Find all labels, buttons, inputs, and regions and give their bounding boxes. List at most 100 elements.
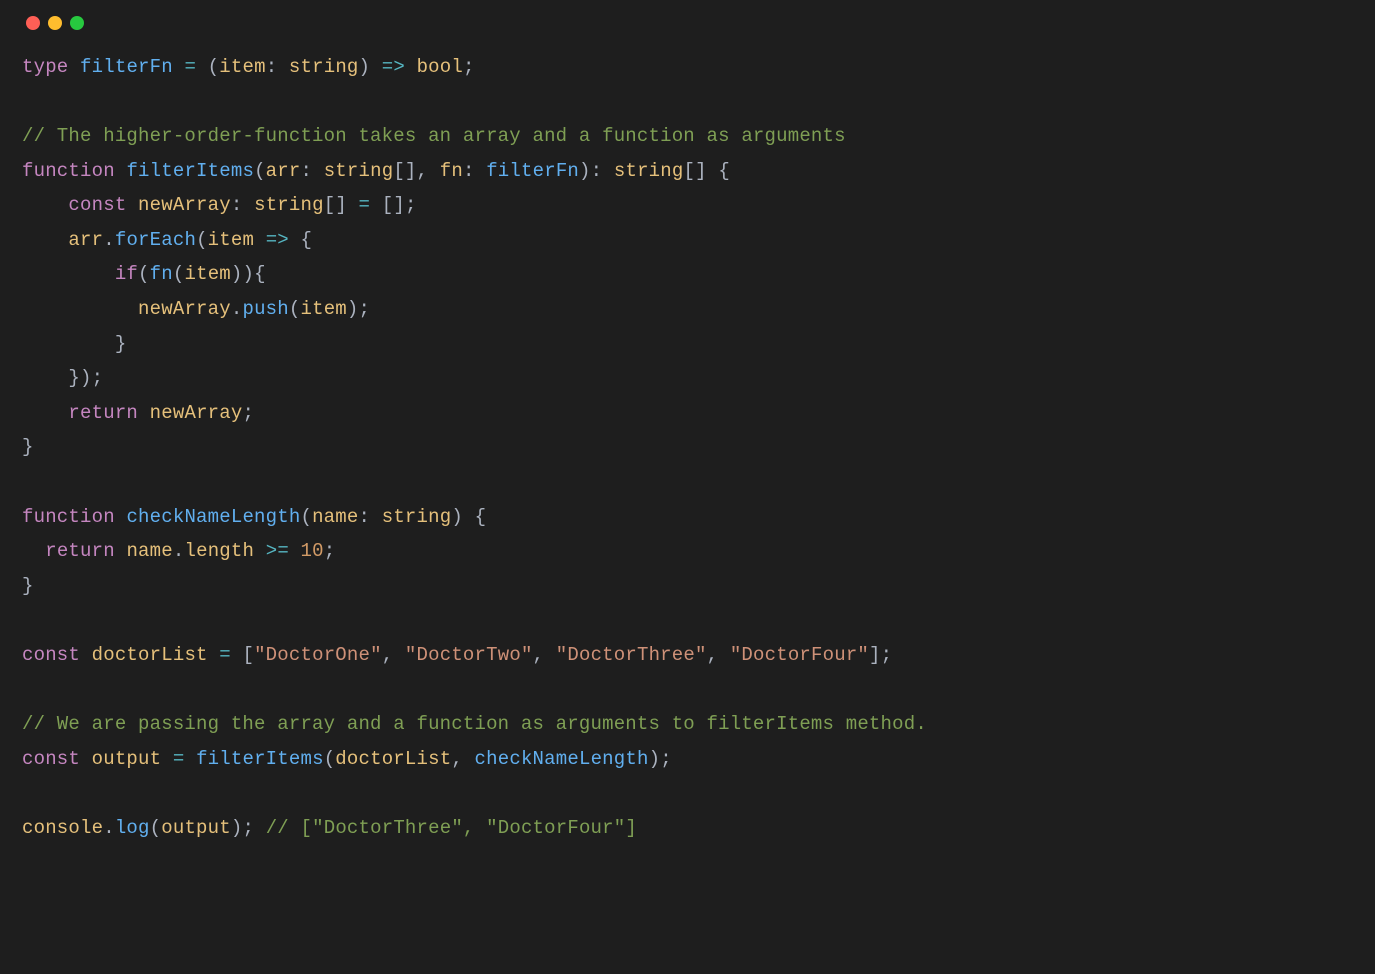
punct: [] [324, 194, 347, 216]
punct: ( [196, 229, 208, 251]
prop: length [184, 540, 254, 562]
number: 10 [301, 540, 324, 562]
param: item [208, 229, 254, 251]
punct: , [382, 644, 405, 666]
arg: doctorList [335, 748, 451, 770]
op-arrow: => [254, 229, 300, 251]
punct: ; [660, 748, 672, 770]
punct: ; [405, 194, 417, 216]
string: "DoctorThree" [556, 644, 707, 666]
punct: ) [451, 506, 463, 528]
code-line: type filterFn = (item: string) => bool; [22, 56, 475, 78]
punct: : [359, 506, 382, 528]
punct: ) [579, 160, 591, 182]
punct: } [115, 333, 127, 355]
punct: ) [347, 298, 359, 320]
punct: ) [80, 367, 92, 389]
punct: ( [254, 160, 266, 182]
arg: output [161, 817, 231, 839]
var: output [92, 748, 162, 770]
comment: // The higher-order-function takes an ar… [22, 125, 846, 147]
punct: . [103, 229, 115, 251]
type: string [254, 194, 324, 216]
function-name: filterItems [126, 160, 254, 182]
punct: { [718, 160, 730, 182]
var: newArray [138, 298, 231, 320]
punct: ( [324, 748, 336, 770]
punct: [] [393, 160, 416, 182]
method: push [242, 298, 288, 320]
var: doctorList [92, 644, 208, 666]
punct: ( [138, 263, 150, 285]
type: bool [417, 56, 463, 78]
punct: } [68, 367, 80, 389]
punct: : [266, 56, 289, 78]
punct: ; [242, 402, 254, 424]
string: "DoctorOne" [254, 644, 382, 666]
call: filterItems [196, 748, 324, 770]
punct: , [451, 748, 474, 770]
window-minimize-icon[interactable] [48, 16, 62, 30]
punct: { [301, 229, 313, 251]
arg: checkNameLength [475, 748, 649, 770]
punct: [] [382, 194, 405, 216]
param: name [312, 506, 358, 528]
punct: } [22, 575, 34, 597]
op-eq: = [173, 56, 208, 78]
window-zoom-icon[interactable] [70, 16, 84, 30]
punct: ) [649, 748, 661, 770]
punct: ) [231, 817, 243, 839]
punct: . [173, 540, 185, 562]
punct: [ [242, 644, 254, 666]
punct: ) [243, 263, 255, 285]
op-arrow: => [370, 56, 416, 78]
punct: ] [869, 644, 881, 666]
keyword-const: const [68, 194, 126, 216]
punct: ; [324, 540, 336, 562]
type: string [289, 56, 359, 78]
punct: ; [242, 817, 254, 839]
code-line: const output = filterItems(doctorList, c… [22, 748, 672, 770]
obj: console [22, 817, 103, 839]
code-block: type filterFn = (item: string) => bool; … [0, 40, 1375, 867]
string: "DoctorTwo" [405, 644, 533, 666]
code-line: newArray.push(item); [22, 298, 370, 320]
call: fn [150, 263, 173, 285]
method: forEach [115, 229, 196, 251]
keyword-if: if [115, 263, 138, 285]
op-gte: >= [254, 540, 300, 562]
keyword-function: function [22, 506, 115, 528]
punct: ; [92, 367, 104, 389]
punct: ; [359, 298, 371, 320]
code-line: const newArray: string[] = []; [22, 194, 417, 216]
punct: , [707, 644, 730, 666]
code-line: } [22, 333, 126, 355]
punct: ( [300, 506, 312, 528]
punct: ) [231, 263, 243, 285]
punct: ; [881, 644, 893, 666]
param: arr [266, 160, 301, 182]
code-line: } [22, 575, 34, 597]
type: string [324, 160, 394, 182]
punct: , [417, 160, 440, 182]
punct: { [475, 506, 487, 528]
code-window: type filterFn = (item: string) => bool; … [0, 0, 1375, 974]
var: newArray [138, 194, 231, 216]
code-line: arr.forEach(item => { [22, 229, 312, 251]
punct: ( [173, 263, 185, 285]
punct: [] [683, 160, 706, 182]
var: item [184, 263, 230, 285]
code-line: } [22, 436, 34, 458]
keyword-const: const [22, 644, 80, 666]
keyword-type: type [22, 56, 68, 78]
code-line: function checkNameLength(name: string) { [22, 506, 486, 528]
keyword-return: return [68, 402, 138, 424]
punct: { [254, 263, 266, 285]
var: name [126, 540, 172, 562]
code-line: return name.length >= 10; [22, 540, 335, 562]
punct: : [463, 160, 486, 182]
code-line: const doctorList = ["DoctorOne", "Doctor… [22, 644, 892, 666]
punct: ; [463, 56, 475, 78]
code-line: console.log(output); // ["DoctorThree", … [22, 817, 637, 839]
window-close-icon[interactable] [26, 16, 40, 30]
